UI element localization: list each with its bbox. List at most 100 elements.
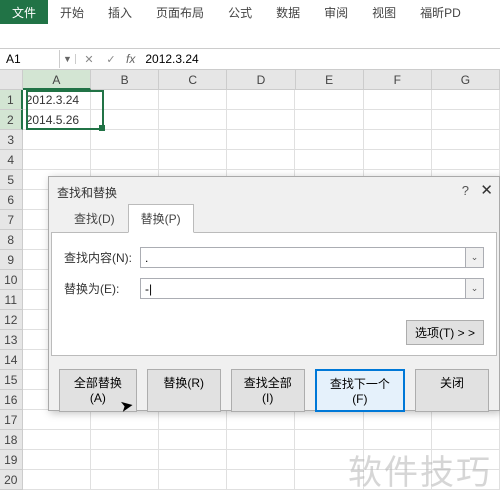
cell[interactable] (295, 410, 363, 430)
cell[interactable] (91, 470, 159, 490)
cell[interactable] (295, 110, 363, 130)
cell[interactable] (91, 130, 159, 150)
row-header[interactable]: 19 (0, 450, 23, 470)
cell[interactable] (432, 450, 500, 470)
cell[interactable] (295, 130, 363, 150)
cell[interactable] (295, 450, 363, 470)
cell[interactable] (23, 130, 91, 150)
find-all-button[interactable]: 查找全部(I) (231, 369, 305, 412)
cell[interactable] (159, 130, 227, 150)
tab-view[interactable]: 视图 (360, 0, 408, 24)
cell[interactable] (227, 150, 295, 170)
cell[interactable] (432, 110, 500, 130)
row-header[interactable]: 6 (0, 190, 23, 210)
col-header-a[interactable]: A (23, 70, 91, 90)
cell[interactable] (91, 110, 159, 130)
cell[interactable] (364, 90, 432, 110)
cell[interactable] (23, 150, 91, 170)
row-header[interactable]: 16 (0, 390, 23, 410)
cell[interactable] (23, 430, 91, 450)
cell[interactable] (432, 470, 500, 490)
cell[interactable] (23, 450, 91, 470)
row-header[interactable]: 10 (0, 270, 23, 290)
cell[interactable] (432, 90, 500, 110)
row-header[interactable]: 2 (0, 110, 23, 130)
cell[interactable] (295, 470, 363, 490)
replace-input[interactable] (140, 278, 466, 299)
tab-data[interactable]: 数据 (264, 0, 312, 24)
cell[interactable] (364, 450, 432, 470)
name-box-dropdown-icon[interactable]: ▼ (60, 54, 76, 64)
cell[interactable] (159, 150, 227, 170)
cancel-icon[interactable]: ✕ (82, 53, 96, 66)
tab-insert[interactable]: 插入 (96, 0, 144, 24)
row-header[interactable]: 18 (0, 430, 23, 450)
cell[interactable] (227, 410, 295, 430)
tab-replace[interactable]: 替换(P) (128, 204, 194, 233)
cell[interactable] (159, 110, 227, 130)
help-icon[interactable]: ? (462, 183, 469, 198)
col-header-g[interactable]: G (432, 70, 500, 90)
cell[interactable] (227, 110, 295, 130)
close-icon[interactable]: ✕ (480, 181, 493, 199)
cell[interactable] (364, 430, 432, 450)
replace-button[interactable]: 替换(R) (147, 369, 221, 412)
tab-home[interactable]: 开始 (48, 0, 96, 24)
cell[interactable] (227, 90, 295, 110)
row-header[interactable]: 17 (0, 410, 23, 430)
confirm-icon[interactable]: ✓ (104, 53, 118, 66)
tab-file[interactable]: 文件 (0, 0, 48, 24)
cell[interactable] (91, 150, 159, 170)
cell[interactable] (159, 410, 227, 430)
col-header-f[interactable]: F (364, 70, 432, 90)
cell[interactable] (159, 430, 227, 450)
replace-all-button[interactable]: 全部替换(A) (59, 369, 137, 412)
row-header[interactable]: 4 (0, 150, 23, 170)
cell[interactable] (432, 130, 500, 150)
cell[interactable] (159, 450, 227, 470)
find-dropdown-icon[interactable]: ⌄ (466, 247, 484, 268)
cell[interactable] (295, 90, 363, 110)
col-header-d[interactable]: D (227, 70, 295, 90)
cell[interactable] (91, 430, 159, 450)
row-header[interactable]: 1 (0, 90, 23, 110)
cell[interactable] (159, 90, 227, 110)
cell[interactable] (23, 410, 91, 430)
row-header[interactable]: 11 (0, 290, 23, 310)
cell[interactable] (295, 150, 363, 170)
tab-find[interactable]: 查找(D) (61, 204, 128, 233)
cell[interactable]: 2012.3.24 (23, 90, 91, 110)
cell[interactable]: 2014.5.26 (23, 110, 91, 130)
tab-foxit[interactable]: 福昕PD (408, 0, 473, 24)
cell[interactable] (159, 470, 227, 490)
fx-icon[interactable]: fx (126, 52, 135, 66)
select-all-corner[interactable] (0, 70, 23, 90)
row-header[interactable]: 15 (0, 370, 23, 390)
row-header[interactable]: 3 (0, 130, 23, 150)
find-input[interactable] (140, 247, 466, 268)
col-header-b[interactable]: B (91, 70, 159, 90)
cell[interactable] (364, 410, 432, 430)
cell[interactable] (91, 450, 159, 470)
tab-review[interactable]: 审阅 (312, 0, 360, 24)
row-header[interactable]: 5 (0, 170, 23, 190)
row-header[interactable]: 8 (0, 230, 23, 250)
tab-layout[interactable]: 页面布局 (144, 0, 216, 24)
row-header[interactable]: 9 (0, 250, 23, 270)
cell[interactable] (227, 470, 295, 490)
cell[interactable] (432, 150, 500, 170)
col-header-c[interactable]: C (159, 70, 227, 90)
col-header-e[interactable]: E (296, 70, 364, 90)
cell[interactable] (432, 430, 500, 450)
row-header[interactable]: 7 (0, 210, 23, 230)
find-next-button[interactable]: 查找下一个(F) (315, 369, 405, 412)
tab-formula[interactable]: 公式 (216, 0, 264, 24)
cell[interactable] (364, 470, 432, 490)
dialog-title-bar[interactable]: 查找和替换 ? ✕ (49, 177, 499, 207)
row-header[interactable]: 12 (0, 310, 23, 330)
row-header[interactable]: 20 (0, 470, 23, 490)
cell[interactable] (23, 470, 91, 490)
cell[interactable] (364, 110, 432, 130)
name-box[interactable]: A1 (0, 50, 60, 68)
cell[interactable] (91, 90, 159, 110)
